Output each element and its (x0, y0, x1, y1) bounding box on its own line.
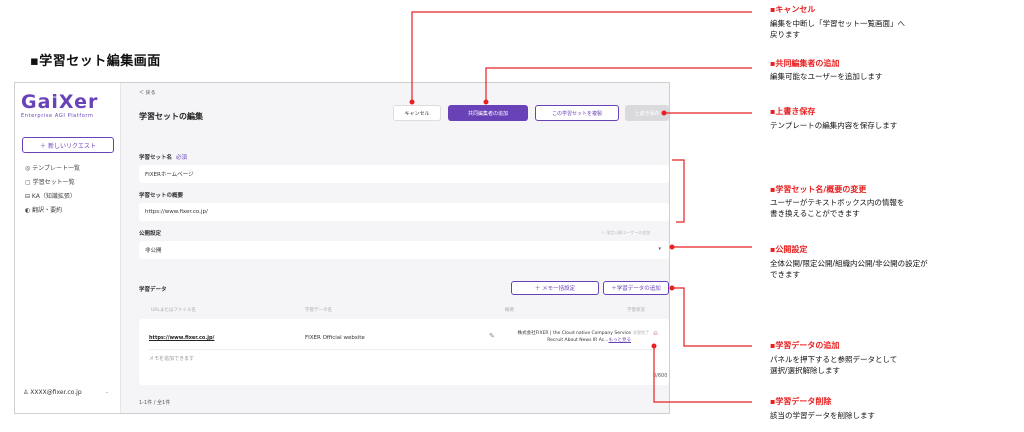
callout-visibility-title: ▪公開設定 (770, 245, 808, 254)
callout-delete-desc-1: 該当の学習データを削除します (770, 411, 875, 420)
callout-cancel-desc-2: 戻ります (770, 30, 800, 39)
callout-collab-title: ▪共同編集者の追加 (770, 59, 840, 68)
callout-add-data-title: ▪学習データの追加 (770, 341, 840, 350)
callout-lines (409, 11, 752, 403)
callout-visibility-desc-2: できます (770, 270, 800, 279)
callout-cancel-desc-1: 編集を中断し「学習セット一覧画面」へ (770, 19, 905, 28)
callout-name-desc-1: ユーザーがテキストボックス内の情報を (770, 198, 905, 207)
callout-visibility-desc-1: 全体公開/限定公開/組織内公開/非公開の設定が (770, 259, 928, 268)
callout-name-desc-2: 書き換えることができます (770, 209, 860, 218)
callout-cancel-title: ▪キャンセル (770, 5, 816, 14)
callout-add-data-desc-1: パネルを押下すると参照データとして (770, 355, 898, 364)
callout-add-data-desc-2: 選択/選択解除します (770, 366, 841, 375)
callout-save-desc-1: テンプレートの編集内容を保存します (770, 121, 898, 130)
callout-name-title: ▪学習セット名/概要の変更 (770, 185, 867, 194)
callout-delete-title: ▪学習データ削除 (770, 397, 832, 406)
callout-save-title: ▪上書き保存 (770, 107, 816, 116)
callout-collab-desc-1: 編集可能なユーザーを追加します (770, 72, 883, 81)
